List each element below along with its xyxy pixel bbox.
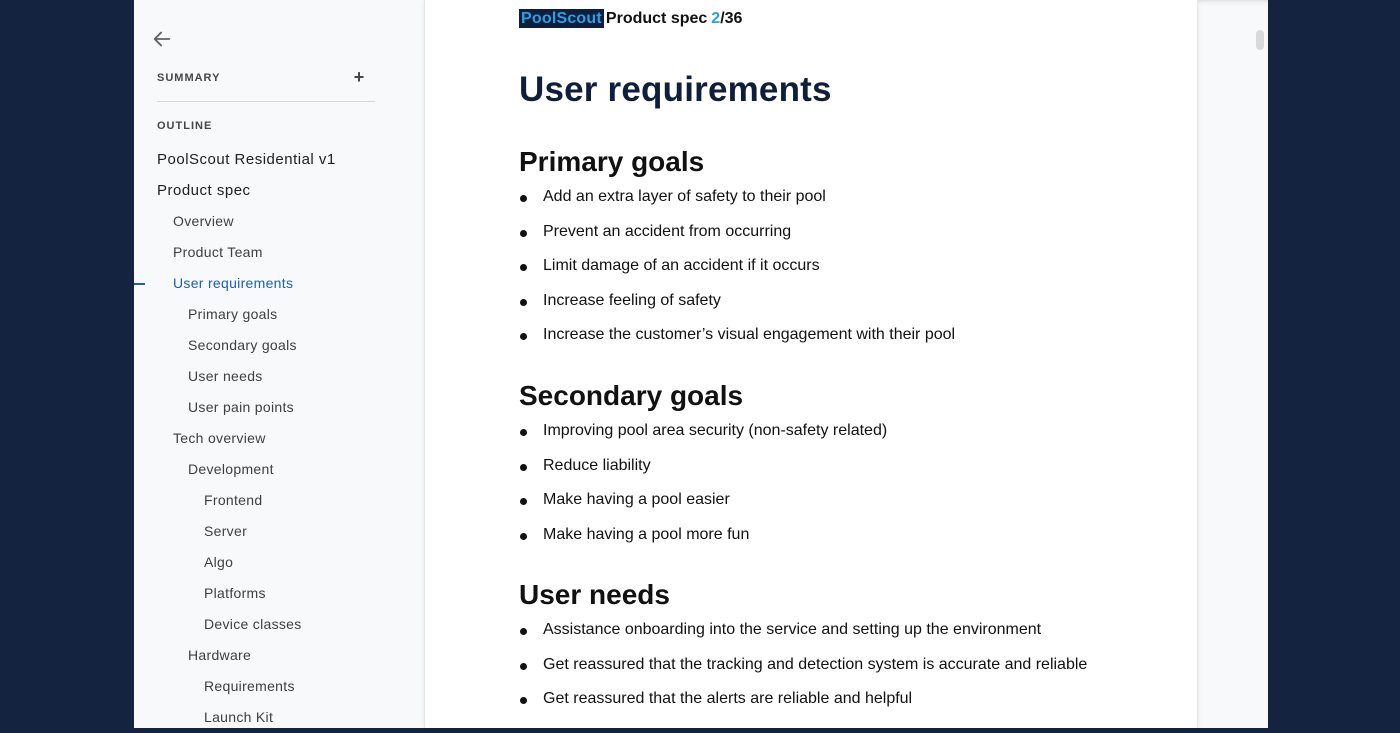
outline-item-user-pain-points[interactable]: User pain points bbox=[134, 392, 424, 423]
doc-name: Product spec bbox=[605, 10, 708, 27]
list-item: Add an extra layer of safety to their po… bbox=[519, 180, 1159, 215]
list-item-text: Improving pool area security (non-safety… bbox=[543, 422, 888, 439]
outline-item-algo[interactable]: Algo bbox=[134, 547, 424, 578]
app-frame: SUMMARY + OUTLINE PoolScout Residential … bbox=[134, 0, 1268, 728]
outline-sidebar: SUMMARY + OUTLINE PoolScout Residential … bbox=[134, 0, 424, 728]
outline-item-device-classes[interactable]: Device classes bbox=[134, 609, 424, 640]
section-heading: Secondary goals bbox=[519, 380, 744, 411]
section-user-needs: User needs Assistance onboarding into th… bbox=[519, 577, 1159, 717]
section-secondary-goals: Secondary goals Improving pool area secu… bbox=[519, 378, 1159, 552]
list-item: Make having a pool more fun bbox=[519, 518, 1159, 553]
outline-list: PoolScout Residential v1 Product spec Ov… bbox=[134, 144, 424, 733]
bullet-icon bbox=[520, 264, 527, 271]
bullet-list: Assistance onboarding into the service a… bbox=[519, 613, 1159, 717]
summary-label: SUMMARY bbox=[157, 72, 221, 84]
list-item: Increase the customer’s visual engagemen… bbox=[519, 318, 1159, 353]
sidebar-divider bbox=[157, 101, 375, 102]
outline-item-secondary-goals[interactable]: Secondary goals bbox=[134, 330, 424, 361]
outline-label: OUTLINE bbox=[157, 120, 213, 132]
list-item-text: Make having a pool more fun bbox=[543, 525, 750, 543]
bullet-icon bbox=[520, 463, 527, 471]
bullet-icon bbox=[520, 498, 527, 505]
list-item: Prevent an accident from occurring bbox=[519, 215, 1159, 250]
outline-item-launch-kit[interactable]: Launch Kit bbox=[134, 702, 424, 733]
outline-item-overview[interactable]: Overview bbox=[134, 206, 424, 237]
bullet-icon bbox=[520, 697, 527, 704]
outline-item-frontend[interactable]: Frontend bbox=[134, 485, 424, 516]
list-item-text: Get reassured that the tracking and dete… bbox=[543, 655, 1088, 673]
bullet-icon bbox=[520, 628, 527, 635]
list-item: Improving pool area security (non-safety… bbox=[519, 414, 1159, 449]
outline-item-primary-goals[interactable]: Primary goals bbox=[134, 299, 424, 330]
arrow-left-icon bbox=[153, 31, 171, 47]
bullet-list: Improving pool area security (non-safety… bbox=[519, 414, 1159, 552]
outline-item-tech-overview[interactable]: Tech overview bbox=[134, 423, 424, 454]
list-item: Reduce liability bbox=[519, 449, 1159, 484]
list-item-text: Increase feeling of safety bbox=[543, 291, 721, 309]
outline-item-requirements[interactable]: Requirements bbox=[134, 671, 424, 702]
brand-logo: PoolScout bbox=[519, 9, 604, 28]
list-item-text: Limit damage of an accident if it occurs bbox=[543, 257, 820, 274]
page-title: User requirements bbox=[519, 70, 832, 109]
outline-item-poolscout-residential-v1[interactable]: PoolScout Residential v1 bbox=[134, 144, 424, 175]
list-item-text: Prevent an accident from occurring bbox=[543, 222, 792, 240]
plus-icon: + bbox=[353, 67, 365, 87]
outline-item-user-requirements[interactable]: User requirements bbox=[134, 268, 424, 299]
section-heading: Primary goals bbox=[519, 146, 705, 177]
bullet-icon bbox=[520, 195, 527, 202]
bullet-icon bbox=[520, 429, 527, 436]
bullet-list: Add an extra layer of safety to their po… bbox=[519, 180, 1159, 353]
list-item-text: Increase the customer’s visual engagemen… bbox=[543, 326, 956, 343]
outline-item-user-needs[interactable]: User needs bbox=[134, 361, 424, 392]
back-button[interactable] bbox=[151, 28, 173, 50]
list-item: Make having a pool easier bbox=[519, 483, 1159, 518]
page-total: /36 bbox=[720, 10, 743, 27]
bullet-icon bbox=[520, 229, 527, 237]
outline-item-platforms[interactable]: Platforms bbox=[134, 578, 424, 609]
document-page: PoolScout Product spec 2/36 User requireme… bbox=[424, 0, 1198, 728]
bullet-icon bbox=[520, 333, 527, 340]
list-item: Limit damage of an accident if it occurs bbox=[519, 249, 1159, 284]
add-summary-button[interactable]: + bbox=[350, 67, 368, 87]
outline-item-product-team[interactable]: Product Team bbox=[134, 237, 424, 268]
scrollbar-thumb[interactable] bbox=[1256, 30, 1264, 50]
page-current: 2 bbox=[711, 10, 721, 27]
bullet-icon bbox=[520, 662, 527, 670]
outline-item-hardware[interactable]: Hardware bbox=[134, 640, 424, 671]
outline-item-server[interactable]: Server bbox=[134, 516, 424, 547]
list-item: Increase feeling of safety bbox=[519, 284, 1159, 319]
list-item-text: Reduce liability bbox=[543, 456, 651, 474]
section-primary-goals: Primary goals Add an extra layer of safe… bbox=[519, 144, 1159, 353]
page-header: PoolScout Product spec 2/36 bbox=[519, 9, 742, 29]
list-item-text: Add an extra layer of safety to their po… bbox=[543, 188, 826, 205]
list-item-text: Make having a pool easier bbox=[543, 491, 730, 508]
outline-item-product-spec[interactable]: Product spec bbox=[134, 175, 424, 206]
list-item: Assistance onboarding into the service a… bbox=[519, 613, 1159, 648]
bullet-icon bbox=[520, 298, 527, 306]
list-item-text: Get reassured that the alerts are reliab… bbox=[543, 690, 913, 707]
list-item: Get reassured that the alerts are reliab… bbox=[519, 682, 1159, 717]
bullet-icon bbox=[520, 532, 527, 540]
list-item-text: Assistance onboarding into the service a… bbox=[543, 621, 1042, 638]
section-heading: User needs bbox=[519, 579, 670, 610]
outline-item-development[interactable]: Development bbox=[134, 454, 424, 485]
list-item: Get reassured that the tracking and dete… bbox=[519, 648, 1159, 683]
